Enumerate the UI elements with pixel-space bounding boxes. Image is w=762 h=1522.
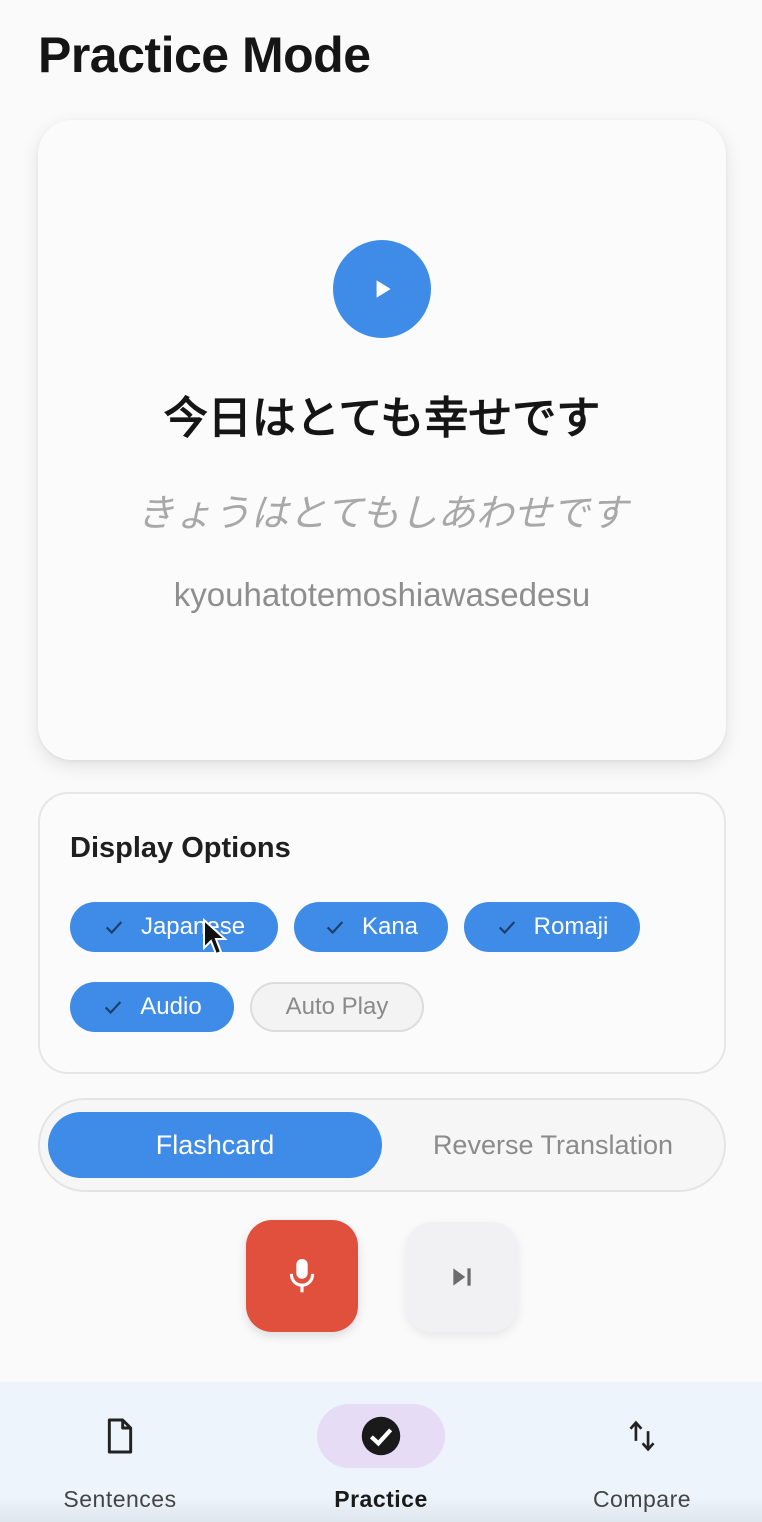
chip-label: Auto Play [285, 993, 389, 1020]
skip-button[interactable] [406, 1222, 518, 1332]
nav-item-compare[interactable]: Compare [515, 1382, 762, 1522]
check-circle-icon [361, 1416, 401, 1456]
page-title: Practice Mode [38, 27, 371, 83]
document-icon [107, 1418, 133, 1454]
kana-reading: きょうはとてもしあわせです [136, 491, 628, 535]
skip-next-icon [453, 1268, 471, 1286]
tab-reverse-translation[interactable]: Reverse Translation [390, 1112, 716, 1178]
check-icon [326, 921, 344, 935]
display-options-panel: Display Options Japanese Kana Romaji Aud… [38, 792, 726, 1074]
record-button[interactable] [246, 1220, 358, 1332]
chip-label: Audio [140, 993, 202, 1020]
play-audio-button[interactable] [333, 240, 431, 338]
check-icon [105, 921, 123, 935]
chip-label: Kana [361, 913, 419, 940]
japanese-sentence: 今日はとても幸せです [163, 393, 601, 444]
swap-vertical-icon [629, 1420, 655, 1452]
flashcard: 今日はとても幸せです きょうはとてもしあわせです kyouhatotemoshi… [38, 120, 726, 760]
chip-romaji[interactable]: Romaji [464, 902, 640, 952]
chip-japanese[interactable]: Japanese [70, 902, 278, 952]
romaji-reading: kyouhatotemoshiawasedesu [173, 576, 591, 613]
chip-auto-play[interactable]: Auto Play [250, 982, 424, 1032]
nav-icon-container [317, 1404, 445, 1468]
check-icon [105, 1001, 122, 1015]
practice-screen: Practice Mode 今日はとても幸せです きょうはとてもしあわせです k… [0, 0, 762, 1522]
check-icon [498, 921, 515, 935]
nav-icon-container [56, 1404, 184, 1468]
chip-kana[interactable]: Kana [294, 902, 448, 952]
tab-flashcard[interactable]: Flashcard [48, 1112, 382, 1178]
play-icon [376, 280, 391, 298]
nav-label: Compare [592, 1486, 692, 1512]
nav-icon-container [578, 1404, 706, 1468]
chip-audio[interactable]: Audio [70, 982, 234, 1032]
chip-label: Japanese [140, 913, 246, 940]
microphone-icon [289, 1259, 315, 1293]
chip-label: Romaji [533, 913, 609, 940]
nav-item-practice[interactable]: Practice [254, 1382, 508, 1522]
nav-item-sentences[interactable]: Sentences [0, 1382, 247, 1522]
nav-label: Sentences [63, 1486, 177, 1512]
nav-label: Practice [334, 1486, 428, 1512]
mode-selector: Flashcard Reverse Translation [38, 1098, 726, 1192]
display-options-title: Display Options [70, 832, 291, 864]
bottom-navigation: Sentences Practice Compare [0, 1382, 762, 1522]
